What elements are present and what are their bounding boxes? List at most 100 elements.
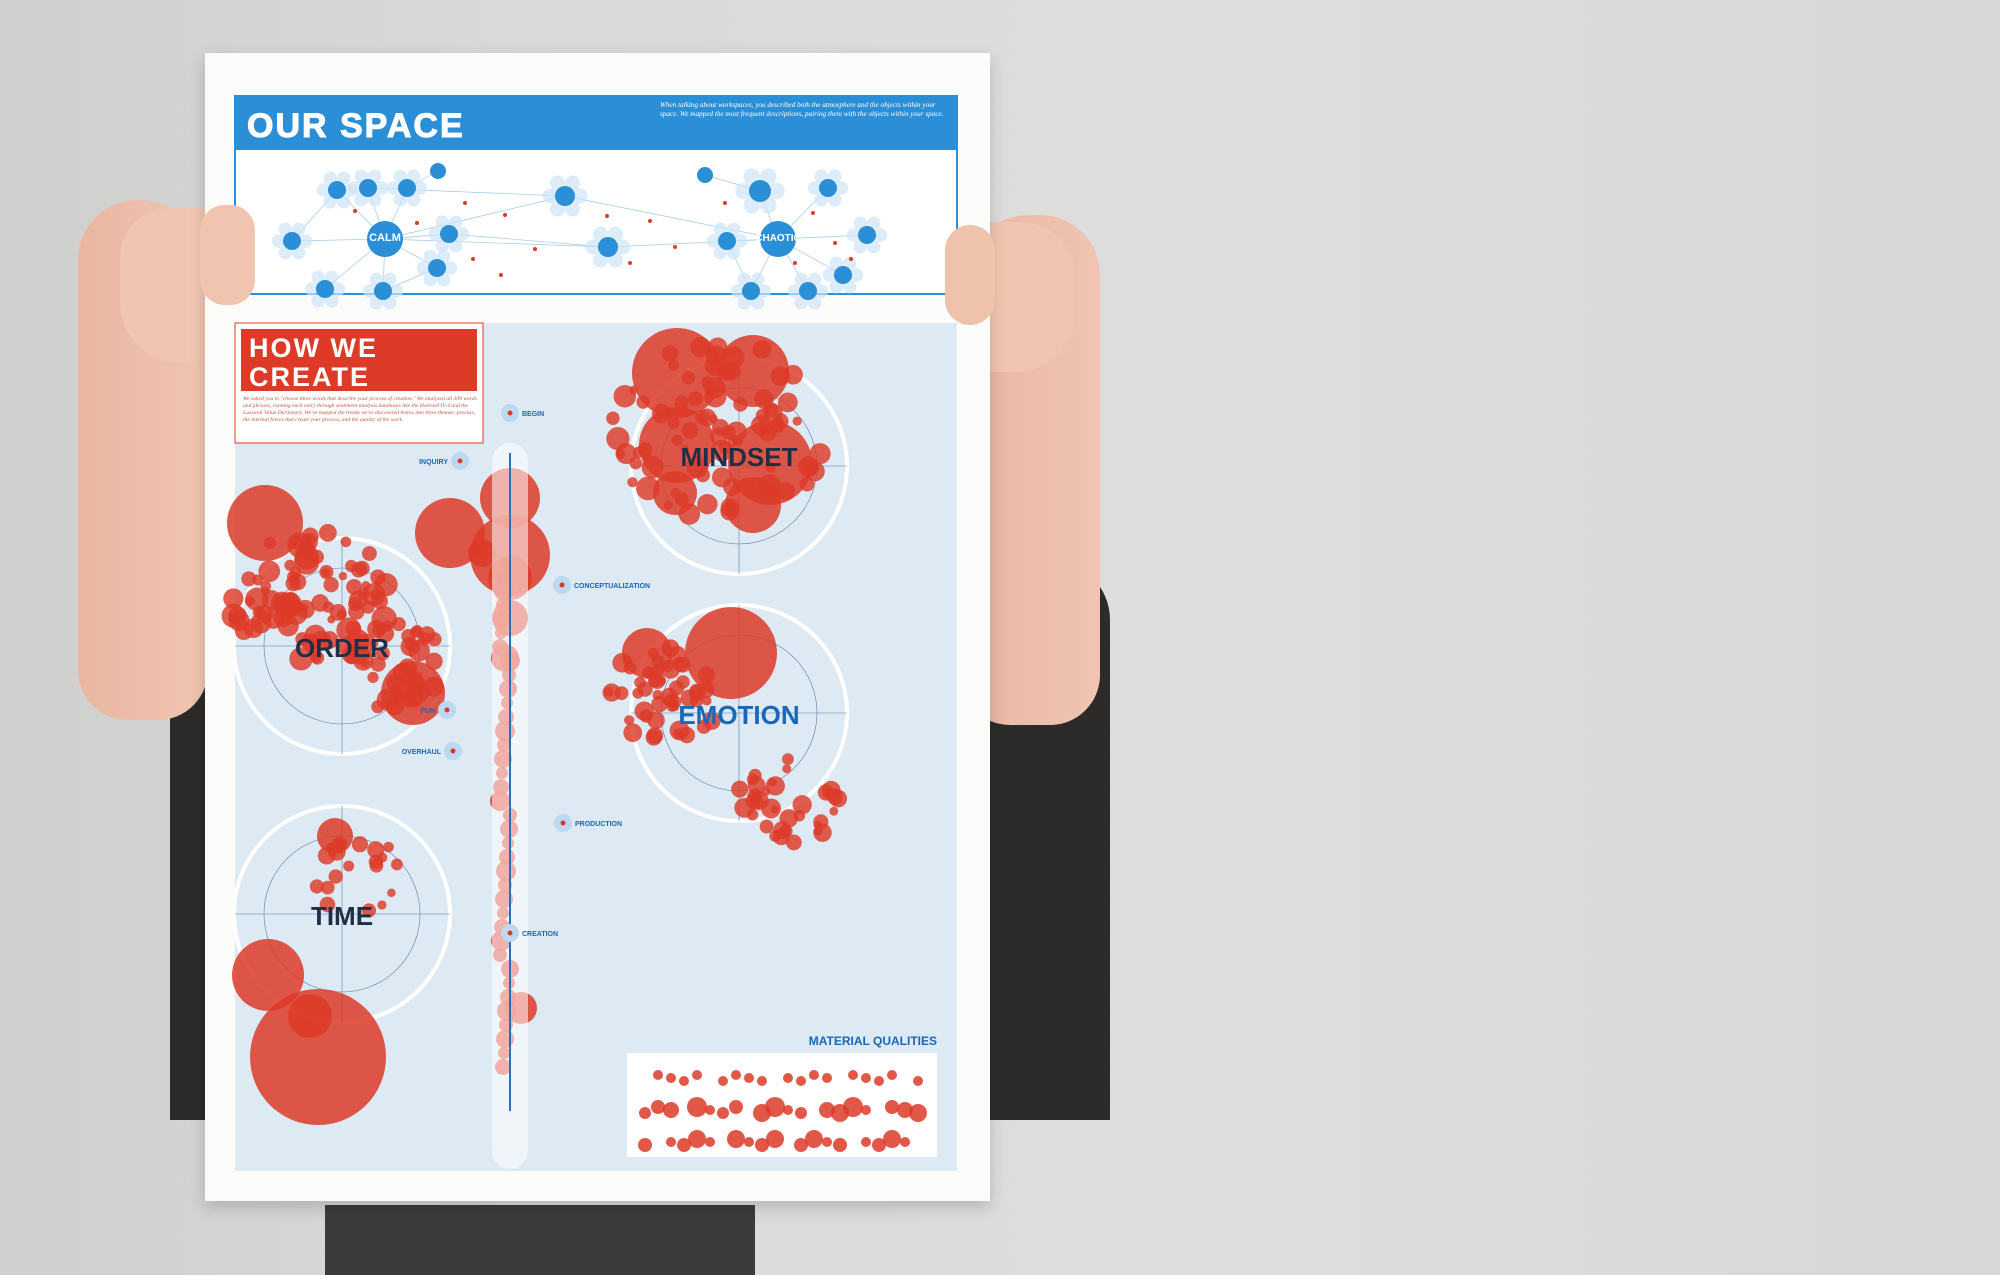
material-bubble	[688, 1130, 706, 1148]
mindset-bubble	[690, 336, 711, 358]
material-bubble	[861, 1073, 871, 1083]
mindset-bubble	[641, 456, 664, 479]
emotion-bubble	[782, 764, 792, 774]
emotion-bubble	[824, 788, 834, 798]
mindset-bubble	[663, 500, 673, 510]
stage-dot	[450, 748, 456, 754]
order-bubble	[401, 692, 417, 708]
order-bubble	[289, 566, 302, 579]
emotion-bubble	[661, 639, 680, 658]
emotion-bubble	[829, 806, 839, 816]
emotion-bubble	[656, 676, 667, 686]
object-dot	[628, 261, 632, 265]
material-bubble	[639, 1107, 651, 1119]
mindset-bubble	[721, 424, 736, 440]
emotion-bubble	[781, 753, 794, 766]
emotion-bubble	[785, 834, 802, 851]
emotion-bubble	[614, 686, 629, 701]
material-bubble	[913, 1076, 923, 1086]
emotion-bubble	[623, 661, 637, 675]
stage-dot	[559, 582, 565, 588]
network-node	[799, 282, 817, 300]
emotion-bubble	[745, 791, 764, 810]
network-node	[749, 180, 771, 202]
time-bubble	[320, 880, 335, 895]
object-dot	[463, 201, 467, 205]
mindset-bubble	[681, 371, 696, 385]
time-bubble	[343, 860, 355, 872]
material-bubble	[805, 1130, 823, 1148]
mindset-bubble	[668, 359, 680, 371]
how-we-create-line2: CREATE	[249, 362, 370, 392]
our-space-section: OUR SPACE When talking about workspaces,…	[234, 95, 958, 310]
word-bubble-large	[468, 539, 496, 567]
network-node	[440, 225, 458, 243]
order-bubble	[381, 620, 393, 632]
material-bubble	[729, 1100, 743, 1114]
emotion-bubble	[731, 780, 749, 798]
emotion-bubble	[651, 655, 665, 668]
mindset-bubble	[792, 416, 802, 426]
order-bubble	[250, 612, 272, 634]
object-dot	[648, 219, 652, 223]
stage-label: OVERHAUL	[402, 749, 442, 756]
object-dot	[673, 245, 677, 249]
emotion-bubble	[746, 808, 759, 821]
order-bubble	[263, 536, 276, 549]
time-bubble	[351, 836, 369, 853]
material-bubble	[766, 1130, 784, 1148]
stage-label: CONCEPTUALIZATION	[574, 583, 650, 590]
emotion-bubble	[672, 656, 688, 672]
order-bubble	[258, 560, 281, 583]
person-legs	[325, 1205, 755, 1275]
mindset-bubble	[750, 415, 772, 436]
order-bubble	[361, 600, 375, 614]
time-bubble	[331, 836, 348, 852]
how-we-create-line1: HOW WE	[249, 333, 378, 363]
object-dot	[533, 247, 537, 251]
object-dot	[415, 221, 419, 225]
material-bubble	[809, 1070, 819, 1080]
order-bubble	[336, 609, 347, 620]
emotion-bubble	[603, 686, 614, 697]
mindset-bubble	[703, 376, 726, 399]
mindset-bubble	[770, 366, 790, 386]
process-timeline	[492, 443, 528, 1169]
mindset-bubble	[719, 364, 736, 381]
order-bubble	[370, 569, 386, 585]
material-bubble	[692, 1070, 702, 1080]
our-space-title: OUR SPACE	[247, 107, 465, 145]
material-bubble	[843, 1097, 863, 1117]
mindset-bubble	[636, 395, 650, 409]
how-we-create-intro: We asked you to "choose three words that…	[243, 396, 477, 423]
stage-label: INQUIRY	[419, 459, 448, 466]
emotion-bubble	[759, 819, 774, 834]
material-bubble	[861, 1105, 871, 1115]
emotion-bubble	[647, 711, 665, 730]
emotion-bubble	[645, 729, 663, 746]
mindset-bubble	[688, 391, 703, 406]
material-bubble	[795, 1107, 807, 1119]
material-bubble	[663, 1102, 679, 1118]
order-bubble	[287, 532, 313, 558]
stage-label: BEGIN	[522, 411, 544, 418]
material-bubble	[687, 1097, 707, 1117]
network-node	[328, 181, 346, 199]
our-space-intro: When talking about workspaces, you descr…	[660, 101, 944, 118]
material-bubble	[783, 1073, 793, 1083]
material-bubble	[651, 1100, 665, 1114]
material-bubble	[744, 1073, 754, 1083]
stage-dot	[444, 707, 450, 713]
material-bubble	[900, 1137, 910, 1147]
how-we-create-section: HOW WE CREATE We asked you to "choose th…	[221, 322, 957, 1171]
object-dot	[793, 261, 797, 265]
theme-time: TIME	[311, 901, 373, 931]
material-bubble	[679, 1076, 689, 1086]
network-node	[834, 266, 852, 284]
mindset-bubble	[637, 442, 653, 457]
object-dot	[833, 241, 837, 245]
time-bubble	[377, 852, 388, 863]
order-bubble	[376, 688, 399, 711]
network-node	[598, 237, 618, 257]
right-fingers	[945, 225, 995, 325]
